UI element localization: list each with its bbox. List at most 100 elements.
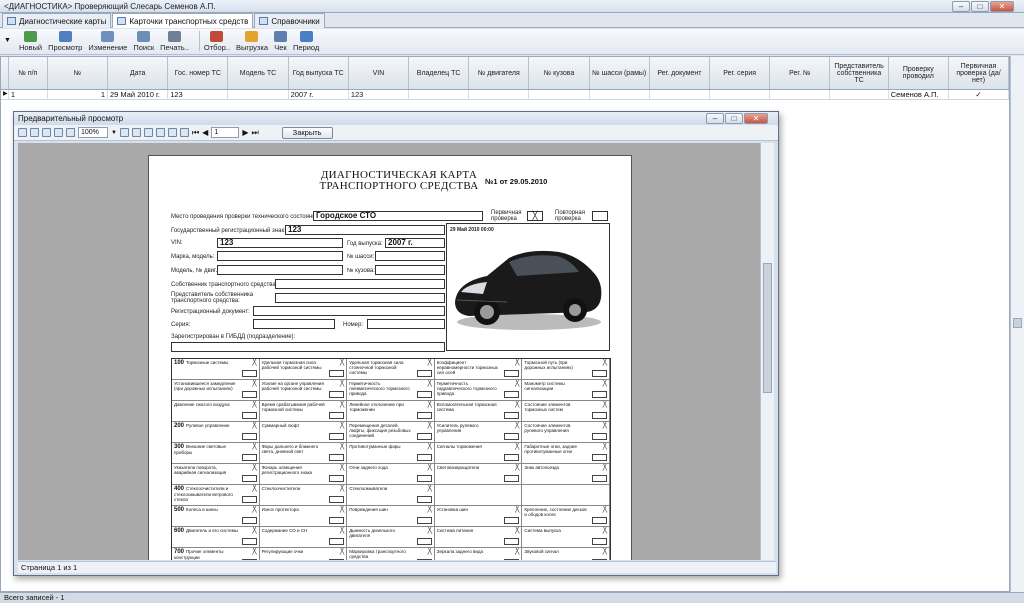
next-page-icon[interactable]: ▶ (242, 128, 248, 137)
preview-vertical-scrollbar[interactable] (760, 143, 774, 560)
result-box (329, 370, 345, 377)
grid-column-header[interactable]: № двигателя (469, 57, 530, 89)
toolbar-button[interactable]: Просмотр (48, 31, 82, 52)
result-box (329, 517, 345, 524)
inspection-cell: Противотуманные фары ╳ (347, 443, 435, 464)
grid-column-header[interactable]: Гос. номер ТС (168, 57, 229, 89)
table-cell[interactable] (529, 90, 590, 99)
inspection-item-text: Состояние элементов тормозных систем (524, 402, 571, 412)
preview-scrollbar-thumb[interactable] (763, 263, 772, 393)
result-box (504, 454, 520, 461)
toolbar-button[interactable]: Период (293, 31, 319, 52)
table-cell[interactable]: 1 (9, 90, 48, 99)
inspection-cell: Указатели поворота, аварийная сигнализац… (172, 464, 260, 485)
toolbar-button[interactable]: Изменение (88, 31, 127, 52)
table-cell[interactable] (770, 90, 831, 99)
table-cell[interactable]: Семенов А.П. (889, 90, 949, 99)
page-setup-icon[interactable] (167, 128, 177, 137)
result-box (329, 454, 345, 461)
table-cell[interactable] (650, 90, 711, 99)
table-cell[interactable]: 123 (168, 90, 229, 99)
result-box (504, 475, 520, 482)
table-cell[interactable] (228, 90, 289, 99)
toolbar-button[interactable]: Выгрузка (236, 31, 268, 52)
table-cell[interactable]: ✓ (949, 90, 1010, 99)
inspection-item-text: Давление сжатого воздуха (174, 402, 230, 407)
zoom-select[interactable]: 100% (78, 127, 108, 138)
minimize-button[interactable]: – (952, 1, 970, 12)
preview-maximize-button[interactable]: □ (725, 113, 743, 124)
table-cell[interactable]: 2007 г. (289, 90, 349, 99)
grid-column-header[interactable]: Год выпуска ТС (289, 57, 349, 89)
inspection-item-text: Содержание СО и СН (261, 528, 308, 533)
document-title-line2: ТРАНСПОРТНОГО СРЕДСТВА (319, 180, 479, 192)
inspection-cell: Система выпуска ╳ (522, 527, 610, 548)
scrollbar-thumb[interactable] (1013, 318, 1022, 328)
grid-column-header[interactable]: Модель ТС (228, 57, 289, 89)
two-pages-icon[interactable] (155, 128, 165, 137)
table-cell[interactable]: 123 (349, 90, 410, 99)
table-cell[interactable] (830, 90, 889, 99)
prev-page-icon[interactable]: ◀ (202, 128, 208, 137)
inspection-cell: Износ протектора ╳ (259, 506, 348, 527)
tab-references[interactable]: Справочники (254, 13, 325, 28)
preview-close-window-button[interactable]: ✕ (744, 113, 768, 124)
save-icon[interactable] (42, 128, 51, 137)
page-input[interactable]: 1 (211, 127, 240, 138)
inspection-item-text: Время срабатывания рабочей тормозной сис… (261, 402, 325, 412)
toolbar-button[interactable]: Чек (274, 31, 287, 52)
grid-vertical-scrollbar[interactable] (1010, 56, 1024, 592)
grid-column-header[interactable]: Проверку проводил (889, 57, 949, 89)
grid-column-header[interactable]: Рег. документ (650, 57, 711, 89)
toolbar-dropdown-icon[interactable]: ▼ (4, 37, 11, 44)
toolbar-button[interactable]: Отбор.. (204, 31, 230, 52)
close-window-button[interactable]: ✕ (990, 1, 1014, 12)
table-cell[interactable] (409, 90, 470, 99)
grid-column-header[interactable]: № кузова (529, 57, 590, 89)
toolbar-button[interactable]: Поиск (133, 31, 154, 52)
result-box (329, 475, 345, 482)
inspection-item-text: Установка шин (436, 507, 468, 512)
cross-mark-icon: ╳ (515, 422, 520, 429)
table-cell[interactable]: 29 Май 2010 г. (108, 90, 169, 99)
zoom-out-icon[interactable] (119, 128, 129, 137)
grid-column-header[interactable]: Первичная проверка (да/нет) (949, 57, 1010, 89)
result-box (591, 412, 607, 419)
grid-column-header[interactable]: № п/п (9, 57, 48, 89)
grid-column-header[interactable]: Дата (108, 57, 169, 89)
table-row[interactable]: ▶ 1 1 29 Май 2010 г. 123 2007 г. 123 Семенов А.… (1, 90, 1010, 100)
grid-column-header[interactable]: № шасси (рамы) (590, 57, 650, 89)
zoom-icon[interactable] (66, 128, 75, 137)
one-page-icon[interactable] (143, 128, 153, 137)
inspection-cell: Время срабатывания рабочей тормозной сис… (259, 401, 348, 422)
grid-column-header[interactable]: Представитель собственника ТС (830, 57, 889, 89)
grid-column-header[interactable]: Владелец ТС (409, 57, 470, 89)
maximize-button[interactable]: □ (971, 1, 989, 12)
first-page-icon[interactable]: ⏮ (192, 128, 199, 138)
last-page-icon[interactable]: ⏭ (251, 128, 258, 138)
cross-mark-icon: ╳ (339, 527, 345, 534)
print-icon[interactable] (18, 128, 27, 137)
grid-column-header[interactable]: Рег. серия (710, 57, 771, 89)
grid-column-header[interactable]: VIN (349, 57, 410, 89)
table-cell[interactable] (590, 90, 650, 99)
toolbar-button[interactable]: Печать.. (160, 31, 189, 52)
inspection-item-text: Удельная тормозная сила рабочей тормозно… (261, 360, 322, 370)
result-box (329, 538, 345, 545)
zoom-in-icon[interactable] (131, 128, 141, 137)
toolbar-button[interactable]: Новый (19, 31, 42, 52)
preview-minimize-button[interactable]: – (706, 113, 724, 124)
zoom-dropdown-icon[interactable]: ▼ (111, 130, 117, 136)
tab-vehicle-cards[interactable]: Карточки транспортных средств (112, 13, 254, 28)
grid-column-header[interactable]: № (48, 57, 108, 89)
cross-mark-icon: ╳ (339, 548, 345, 555)
table-cell[interactable] (710, 90, 771, 99)
find-icon[interactable] (54, 128, 63, 137)
close-preview-button[interactable]: Закрыть (281, 126, 333, 139)
table-cell[interactable]: 1 (48, 90, 108, 99)
tab-diag-cards[interactable]: Диагностические карты (2, 13, 112, 28)
open-icon[interactable] (30, 128, 39, 137)
edit-icon[interactable] (179, 128, 189, 137)
table-cell[interactable] (469, 90, 530, 99)
grid-column-header[interactable]: Рег. № (770, 57, 831, 89)
